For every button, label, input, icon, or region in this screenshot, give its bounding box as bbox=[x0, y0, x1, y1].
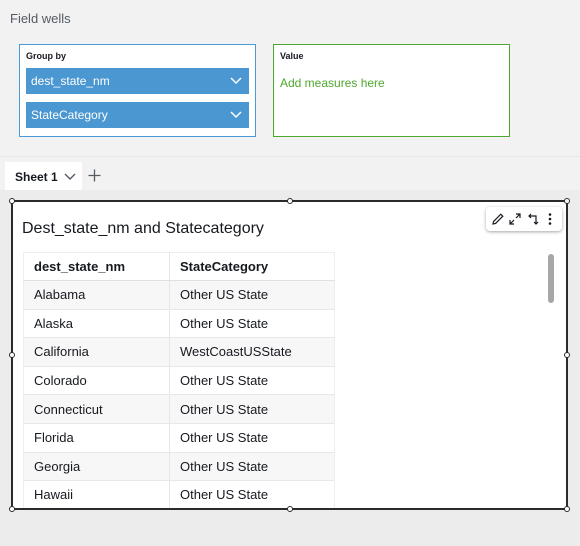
sheet-tab-bar: Sheet 1 bbox=[0, 156, 580, 191]
field-chip-label: StateCategory bbox=[31, 108, 108, 122]
resize-handle-right[interactable] bbox=[564, 352, 570, 358]
table-row[interactable]: California WestCoastUSState bbox=[23, 337, 335, 367]
column-header[interactable]: StateCategory bbox=[169, 252, 335, 281]
value-label: Value bbox=[280, 51, 304, 61]
data-table: dest_state_nm StateCategory Alabama Othe… bbox=[23, 252, 335, 508]
vertical-scrollbar-thumb[interactable] bbox=[548, 254, 554, 303]
group-by-field-dest-state-nm[interactable]: dest_state_nm bbox=[26, 68, 249, 94]
table-row[interactable]: Alaska Other US State bbox=[23, 309, 335, 339]
table-cell: Other US State bbox=[169, 394, 335, 424]
resize-handle-left[interactable] bbox=[9, 352, 15, 358]
value-well[interactable]: Value Add measures here bbox=[273, 44, 510, 137]
table-cell: Alaska bbox=[23, 309, 170, 339]
column-header[interactable]: dest_state_nm bbox=[23, 252, 170, 281]
table-cell: Other US State bbox=[169, 309, 335, 339]
pencil-icon[interactable] bbox=[490, 211, 506, 227]
table-row[interactable]: Alabama Other US State bbox=[23, 280, 335, 310]
table-cell: Other US State bbox=[169, 452, 335, 482]
group-by-field-statecategory[interactable]: StateCategory bbox=[26, 102, 249, 128]
table-row[interactable]: Connecticut Other US State bbox=[23, 394, 335, 424]
field-chip-label: dest_state_nm bbox=[31, 74, 110, 88]
chevron-down-icon[interactable] bbox=[223, 68, 249, 94]
expand-icon[interactable] bbox=[507, 211, 523, 227]
table-row[interactable]: Hawaii Other US State bbox=[23, 480, 335, 508]
table-cell: Hawaii bbox=[23, 480, 170, 508]
table-row[interactable]: Colorado Other US State bbox=[23, 366, 335, 396]
group-by-label: Group by bbox=[26, 51, 66, 61]
resize-handle-bottom-right[interactable] bbox=[564, 506, 570, 512]
field-wells-title: Field wells bbox=[10, 11, 71, 26]
visual-title: Dest_state_nm and Statecategory bbox=[22, 220, 264, 237]
more-icon[interactable] bbox=[542, 211, 558, 227]
chevron-down-icon[interactable] bbox=[64, 173, 76, 181]
resize-handle-top-right[interactable] bbox=[564, 198, 570, 204]
add-sheet-button[interactable] bbox=[85, 166, 103, 184]
resize-handle-top-left[interactable] bbox=[9, 198, 15, 204]
table-cell: Georgia bbox=[23, 452, 170, 482]
table-row[interactable]: Georgia Other US State bbox=[23, 452, 335, 482]
field-wells-panel: Field wells Group by dest_state_nm State… bbox=[0, 0, 580, 156]
resize-handle-top[interactable] bbox=[287, 198, 293, 204]
table-container: dest_state_nm StateCategory Alabama Othe… bbox=[23, 252, 335, 508]
table-cell: Connecticut bbox=[23, 394, 170, 424]
chevron-down-icon[interactable] bbox=[223, 102, 249, 128]
table-cell: Other US State bbox=[169, 280, 335, 310]
table-cell: Other US State bbox=[169, 366, 335, 396]
swap-icon[interactable] bbox=[525, 211, 541, 227]
table-cell: Other US State bbox=[169, 480, 335, 508]
table-header-row: dest_state_nm StateCategory bbox=[23, 252, 335, 281]
group-by-well[interactable]: Group by dest_state_nm StateCategory bbox=[19, 44, 256, 137]
table-cell: California bbox=[23, 337, 170, 367]
table-cell: Other US State bbox=[169, 423, 335, 453]
table-cell: Colorado bbox=[23, 366, 170, 396]
tab-sheet-1[interactable]: Sheet 1 bbox=[5, 162, 82, 191]
table-cell: WestCoastUSState bbox=[169, 337, 335, 367]
table-cell: Alabama bbox=[23, 280, 170, 310]
table-row[interactable]: Florida Other US State bbox=[23, 423, 335, 453]
plus-icon bbox=[88, 169, 100, 181]
add-measures-hint[interactable]: Add measures here bbox=[280, 76, 385, 90]
table-cell: Florida bbox=[23, 423, 170, 453]
tab-label: Sheet 1 bbox=[15, 169, 58, 184]
resize-handle-bottom-left[interactable] bbox=[9, 506, 15, 512]
visual-toolbar bbox=[486, 207, 562, 231]
resize-handle-bottom[interactable] bbox=[287, 506, 293, 512]
table-visual[interactable]: Dest_state_nm and Statecategory dest_sta… bbox=[9, 198, 570, 512]
